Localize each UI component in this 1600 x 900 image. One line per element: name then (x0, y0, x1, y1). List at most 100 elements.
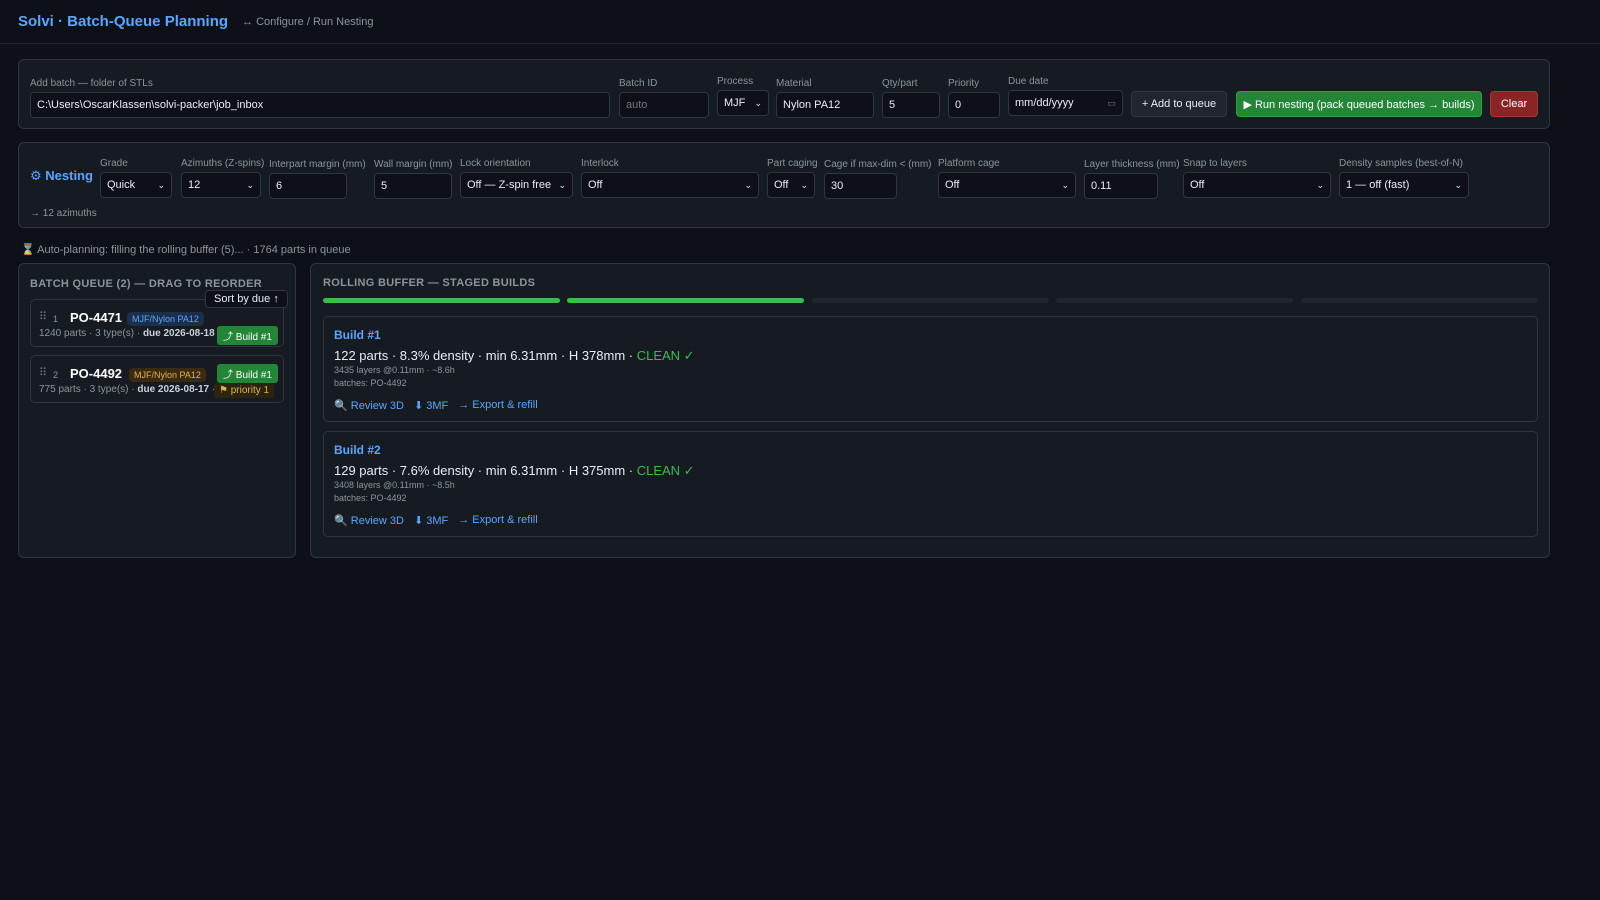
snap-select[interactable]: Off ⌄ (1183, 172, 1331, 198)
build-summary: 129 parts · 7.6% density · min 6.31mm · … (334, 463, 695, 479)
drag-handle-icon[interactable]: ⠿ (39, 310, 47, 323)
download-3mf-link[interactable]: ⬇ 3MF (414, 399, 448, 412)
grade-value: Quick (107, 179, 136, 191)
queue-item-id: PO-4471 (70, 310, 123, 325)
cage-if-field: Cage if max-dim < (mm) 30 (824, 159, 932, 199)
buffer-progress-segment (1056, 298, 1293, 303)
process-material-tag: MJF/Nylon PA12 (127, 312, 204, 326)
process-material-tag: MJF/Nylon PA12 (129, 368, 206, 382)
cage-if-input[interactable]: 30 (824, 173, 897, 199)
run-nesting-button[interactable]: ▶ Run nesting (pack queued batches → bui… (1236, 91, 1482, 117)
due-date-input[interactable]: mm/dd/yyyy ▭ (1008, 90, 1123, 116)
process-value: MJF (724, 97, 746, 109)
queue-item-meta: 1240 parts · 3 type(s) · due 2026-08-18 (39, 328, 215, 339)
buffer-progress-segment (1301, 298, 1538, 303)
part-caging-label: Part caging (767, 158, 818, 169)
top-bar: Solvi · Batch-Queue Planning ↔ Configure… (0, 0, 1600, 44)
drag-handle-icon[interactable]: ⠿ (39, 366, 47, 379)
wall-margin-input[interactable]: 5 (374, 173, 452, 199)
queue-item-due: due 2026-08-18 (142, 328, 215, 339)
interpart-label: Interpart margin (mm) (269, 159, 366, 170)
process-select[interactable]: MJF ⌄ (717, 90, 769, 116)
priority-label: Priority (948, 78, 980, 89)
interlock-select[interactable]: Off ⌄ (581, 172, 759, 198)
wall-margin-label: Wall margin (mm) (374, 159, 453, 170)
queue-item-due: due 2026-08-17 (137, 384, 210, 395)
chevron-down-icon: ⌄ (1316, 179, 1324, 190)
review-3d-link[interactable]: 🔍 Review 3D (334, 399, 404, 412)
platform-cage-field: Platform cage Off ⌄ (938, 158, 1076, 198)
chevron-down-icon: ⌄ (800, 179, 808, 190)
build-badge[interactable]: ⤴ Build #1 (217, 326, 278, 345)
part-caging-value: Off (774, 179, 789, 191)
sort-by-due-button[interactable]: Sort by due ↑ (205, 290, 288, 308)
material-label: Material (776, 78, 812, 89)
buffer-progress-segment (812, 298, 1049, 303)
batch-id-label: Batch ID (619, 78, 658, 89)
queue-item[interactable]: ⠿ 2 PO-4492 MJF/Nylon PA12 ⤴ Build #1 77… (30, 355, 284, 403)
lock-orientation-field: Lock orientation Off — Z-spin free ⌄ (460, 158, 573, 198)
folder-input[interactable]: C:\Users\OscarKlassen\solvi-packer\job_i… (30, 92, 610, 118)
nesting-panel: ⚙ Nesting → 12 azimuths Grade Quick ⌄ Az… (18, 142, 1550, 228)
qty-input[interactable]: 5 (882, 92, 940, 118)
layer-thickness-input[interactable]: 0.11 (1084, 173, 1158, 199)
build-title[interactable]: Build #2 (334, 443, 381, 457)
azimuths-field: Azimuths (Z-spins) 12 ⌄ (181, 158, 265, 198)
export-refill-link[interactable]: → Export & refill (458, 399, 537, 412)
priority-input[interactable]: 0 (948, 92, 1000, 118)
queue-item-id: PO-4492 (70, 366, 123, 381)
density-samples-select[interactable]: 1 — off (fast) ⌄ (1339, 172, 1469, 198)
snap-label: Snap to layers (1183, 158, 1247, 169)
app-title: Solvi · Batch-Queue Planning (18, 13, 229, 30)
clean-status: CLEAN ✓ (636, 348, 695, 363)
calendar-icon: ▭ (1107, 97, 1116, 108)
build-actions: 🔍 Review 3D ⬇ 3MF → Export & refill (334, 514, 538, 527)
platform-cage-select[interactable]: Off ⌄ (938, 172, 1076, 198)
material-input[interactable]: Nylon PA12 (776, 92, 874, 118)
build-stats: 122 parts · 8.3% density · min 6.31mm · … (334, 348, 637, 363)
process-field: Process MJF ⌄ (717, 76, 769, 116)
chevron-down-icon: ⌄ (1061, 179, 1069, 190)
chevron-down-icon: ⌄ (1454, 179, 1462, 190)
build-actions: 🔍 Review 3D ⬇ 3MF → Export & refill (334, 399, 538, 412)
snap-value: Off (1190, 179, 1205, 191)
azimuths-label: Azimuths (Z-spins) (181, 158, 265, 169)
breadcrumb[interactable]: ↔ Configure / Run Nesting (242, 16, 373, 28)
snap-field: Snap to layers Off ⌄ (1183, 158, 1331, 198)
queue-title: BATCH QUEUE (2) — DRAG TO REORDER (30, 278, 262, 290)
lock-orientation-label: Lock orientation (460, 158, 531, 169)
build-batches: batches: PO-4492 (334, 378, 407, 388)
chevron-down-icon: ⌄ (754, 97, 762, 108)
azimuths-value: 12 (188, 179, 201, 191)
wall-margin-field: Wall margin (mm) 5 (374, 159, 453, 199)
part-caging-select[interactable]: Off ⌄ (767, 172, 815, 198)
due-date-field: Due date mm/dd/yyyy ▭ (1008, 76, 1123, 116)
clean-status: CLEAN ✓ (636, 463, 695, 478)
lock-orientation-select[interactable]: Off — Z-spin free ⌄ (460, 172, 573, 198)
grade-select[interactable]: Quick ⌄ (100, 172, 172, 198)
download-3mf-link[interactable]: ⬇ 3MF (414, 514, 448, 527)
batch-id-input[interactable]: auto (619, 92, 709, 118)
batch-queue-panel: BATCH QUEUE (2) — DRAG TO REORDER ⠿ 1 PO… (18, 263, 296, 558)
layer-thickness-label: Layer thickness (mm) (1084, 159, 1180, 170)
clear-button[interactable]: Clear (1490, 91, 1538, 117)
buffer-progress-segment (567, 298, 804, 303)
queue-item-counts: 1240 parts · 3 type(s) · (39, 328, 143, 339)
export-refill-link[interactable]: → Export & refill (458, 514, 537, 527)
add-batch-panel: Add batch — folder of STLs C:\Users\Osca… (18, 59, 1550, 129)
azimuths-select[interactable]: 12 ⌄ (181, 172, 261, 198)
density-samples-value: 1 — off (fast) (1346, 179, 1410, 191)
folder-label: Add batch — folder of STLs (30, 78, 153, 89)
build-title[interactable]: Build #1 (334, 328, 381, 342)
lock-orientation-value: Off — Z-spin free (467, 179, 552, 191)
interpart-field: Interpart margin (mm) 6 (269, 159, 366, 199)
add-to-queue-button[interactable]: + Add to queue (1131, 91, 1227, 117)
part-caging-field: Part caging Off ⌄ (767, 158, 818, 198)
build-badge[interactable]: ⤴ Build #1 (217, 364, 278, 383)
chevron-down-icon: ⌄ (157, 179, 165, 190)
priority-badge: ⚑ priority 1 (214, 383, 275, 398)
due-date-label: Due date (1008, 76, 1049, 87)
buffer-progress-segment (323, 298, 560, 303)
interpart-input[interactable]: 6 (269, 173, 347, 199)
review-3d-link[interactable]: 🔍 Review 3D (334, 514, 404, 527)
